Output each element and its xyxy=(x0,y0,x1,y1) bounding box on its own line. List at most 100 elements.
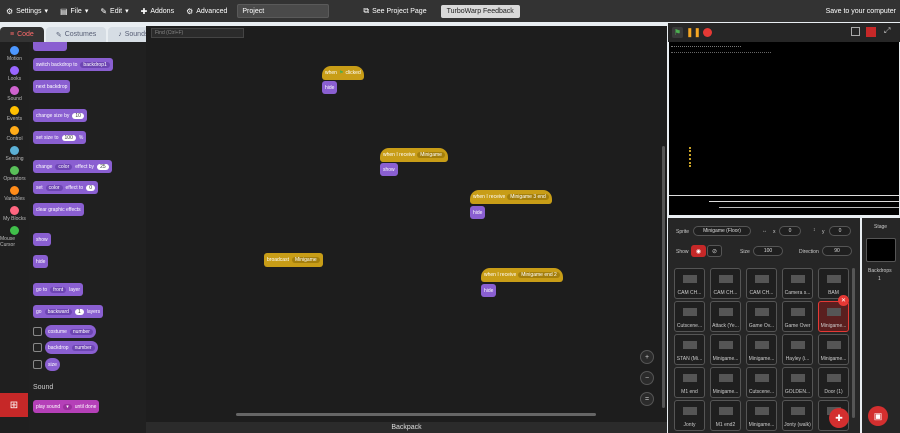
palette-block[interactable] xyxy=(33,42,67,51)
sprite-name: GOLDEN... xyxy=(784,389,811,395)
sprite-thumbnail xyxy=(791,374,805,382)
addons-menu[interactable]: ✚ Addons xyxy=(135,0,180,22)
category-mouse-cursor[interactable]: Mouse Cursor xyxy=(0,226,29,248)
category-control[interactable]: Control xyxy=(0,126,29,142)
sprite-thumbnail xyxy=(719,374,733,382)
block-set-size[interactable]: set size to 100% xyxy=(33,131,87,144)
see-project-page-button[interactable]: ⧉ See Project Page xyxy=(357,0,432,22)
direction-input[interactable]: 90 xyxy=(822,246,852,256)
stage-canvas[interactable] xyxy=(669,42,899,215)
add-extension-button[interactable]: ⊞ xyxy=(0,393,28,417)
when-receive-block-1[interactable]: when I receive Minigame xyxy=(380,148,448,162)
pause-button[interactable]: ❚❚ xyxy=(686,27,701,38)
when-receive-block-3[interactable]: when I receive Minigame end 2 xyxy=(481,268,563,282)
zoom-reset-button[interactable]: = xyxy=(640,392,654,406)
tab-code[interactable]: ≡ Code xyxy=(0,27,44,42)
sprite-name: Minigame... xyxy=(748,422,775,428)
stop-button[interactable] xyxy=(703,28,712,37)
hide-block[interactable]: hide xyxy=(470,206,486,219)
green-flag-button[interactable]: ⚑ xyxy=(672,27,683,38)
category-events[interactable]: Events xyxy=(0,106,29,122)
category-operators[interactable]: Operators xyxy=(0,166,29,182)
chevron-down-icon: ▾ xyxy=(125,8,129,15)
hide-button[interactable]: ⊘ xyxy=(707,245,722,257)
block-change-size[interactable]: change size by 10 xyxy=(33,109,87,122)
block-switch-backdrop[interactable]: switch backdrop to backdrop1 xyxy=(33,58,113,71)
feedback-button[interactable]: TurboWarp Feedback xyxy=(440,4,520,18)
costume-checkbox[interactable] xyxy=(33,327,42,336)
block-go-layers[interactable]: go backward 1 layers xyxy=(33,305,104,318)
zoom-in-button[interactable]: + xyxy=(640,350,654,364)
when-flag-clicked-block[interactable]: when ⚑ clicked xyxy=(322,66,364,80)
advanced-menu[interactable]: ⚙ Advanced xyxy=(180,0,233,22)
backpack[interactable]: Backpack xyxy=(146,422,667,433)
block-clear-effects[interactable]: clear graphic effects xyxy=(33,203,84,216)
block-play-sound[interactable]: play sound ▾ until done xyxy=(33,400,100,413)
block-hide[interactable]: hide xyxy=(33,255,49,268)
stage-label: Stage xyxy=(874,224,888,230)
workspace-vertical-scrollbar[interactable] xyxy=(662,146,665,408)
stage-thumbnail xyxy=(866,238,896,262)
hide-block[interactable]: hide xyxy=(322,81,338,94)
category-motion[interactable]: Motion xyxy=(0,46,29,62)
sprite-thumbnail xyxy=(755,275,769,283)
category-variables[interactable]: Variables xyxy=(0,186,29,202)
y-input[interactable]: 0 xyxy=(829,226,851,236)
hide-block[interactable]: hide xyxy=(481,284,497,297)
small-stage-button[interactable] xyxy=(851,27,860,36)
when-receive-block-2[interactable]: when I receive Minigame 3 end xyxy=(470,190,552,204)
category-looks[interactable]: Looks xyxy=(0,66,29,82)
chevron-down-icon: ▾ xyxy=(84,8,89,15)
category-sound[interactable]: Sound xyxy=(0,86,29,102)
sprite-thumbnail xyxy=(683,374,697,382)
show-block[interactable]: show xyxy=(380,163,398,176)
add-backdrop-button[interactable]: ▣ xyxy=(868,406,888,426)
file-menu[interactable]: ▤ File ▾ xyxy=(54,0,94,22)
size-input[interactable]: 100 xyxy=(753,246,783,256)
stage-selector[interactable]: Stage Backdrops 1 xyxy=(862,218,900,433)
category-label: Looks xyxy=(7,76,22,82)
sprite-name: M1 end2 xyxy=(715,422,736,428)
sprite-name-input[interactable]: Minigame (Floor) xyxy=(693,226,751,236)
reporter-backdrop[interactable]: backdrop number xyxy=(45,341,98,354)
reporter-size[interactable]: size xyxy=(45,358,60,371)
sprite-name: CAM CH... xyxy=(713,290,738,296)
project-title-input[interactable]: Project xyxy=(237,4,330,18)
globe-icon: ⚙ xyxy=(6,6,14,16)
category-dot xyxy=(10,186,19,195)
x-input[interactable]: 0 xyxy=(779,226,801,236)
category-my-blocks[interactable]: My Blocks xyxy=(0,206,29,222)
size-checkbox[interactable] xyxy=(33,360,42,369)
block-palette: switch backdrop to backdrop1 next backdro… xyxy=(29,42,146,433)
delete-sprite-button[interactable]: ✕ xyxy=(838,295,849,306)
zoom-in-icon: + xyxy=(644,353,650,361)
block-next-backdrop[interactable]: next backdrop xyxy=(33,80,71,93)
reporter-costume[interactable]: costume number xyxy=(45,325,96,338)
sprite-thumbnail xyxy=(791,275,805,283)
stage-floor-line xyxy=(709,201,899,202)
tab-costumes[interactable]: ✎ Costumes xyxy=(45,27,107,42)
cat-icon: ✚ xyxy=(835,412,843,423)
backdrop-checkbox[interactable] xyxy=(33,343,42,352)
zoom-out-button[interactable]: − xyxy=(640,371,654,385)
code-workspace[interactable] xyxy=(146,26,667,422)
category-label: Sensing xyxy=(5,156,24,162)
sprite-thumbnail xyxy=(791,407,805,415)
broadcast-block[interactable]: broadcast Minigame xyxy=(264,253,323,267)
find-input[interactable]: Find (Ctrl+F) xyxy=(151,28,244,38)
block-set-effect[interactable]: set color effect to 0 xyxy=(33,181,98,194)
category-sensing[interactable]: Sensing xyxy=(0,146,29,162)
sprite-list-scrollbar[interactable] xyxy=(852,268,855,418)
settings-menu[interactable]: ⚙ Settings ▾ xyxy=(0,0,54,22)
large-stage-button[interactable] xyxy=(866,27,876,37)
category-dot xyxy=(10,126,19,135)
workspace-horizontal-scrollbar[interactable] xyxy=(236,413,596,416)
block-show[interactable]: show xyxy=(33,233,51,246)
show-visible-button[interactable]: ◉ xyxy=(691,245,706,257)
block-change-effect[interactable]: change color effect by 25 xyxy=(33,160,112,173)
add-sprite-button[interactable]: ✚ xyxy=(829,408,849,428)
fullscreen-icon[interactable]: ⤢ xyxy=(884,26,890,36)
edit-menu[interactable]: ✎ Edit ▾ xyxy=(94,0,134,22)
save-button[interactable]: Save to your computer xyxy=(826,0,896,22)
block-go-to-layer[interactable]: go to front layer xyxy=(33,283,83,296)
